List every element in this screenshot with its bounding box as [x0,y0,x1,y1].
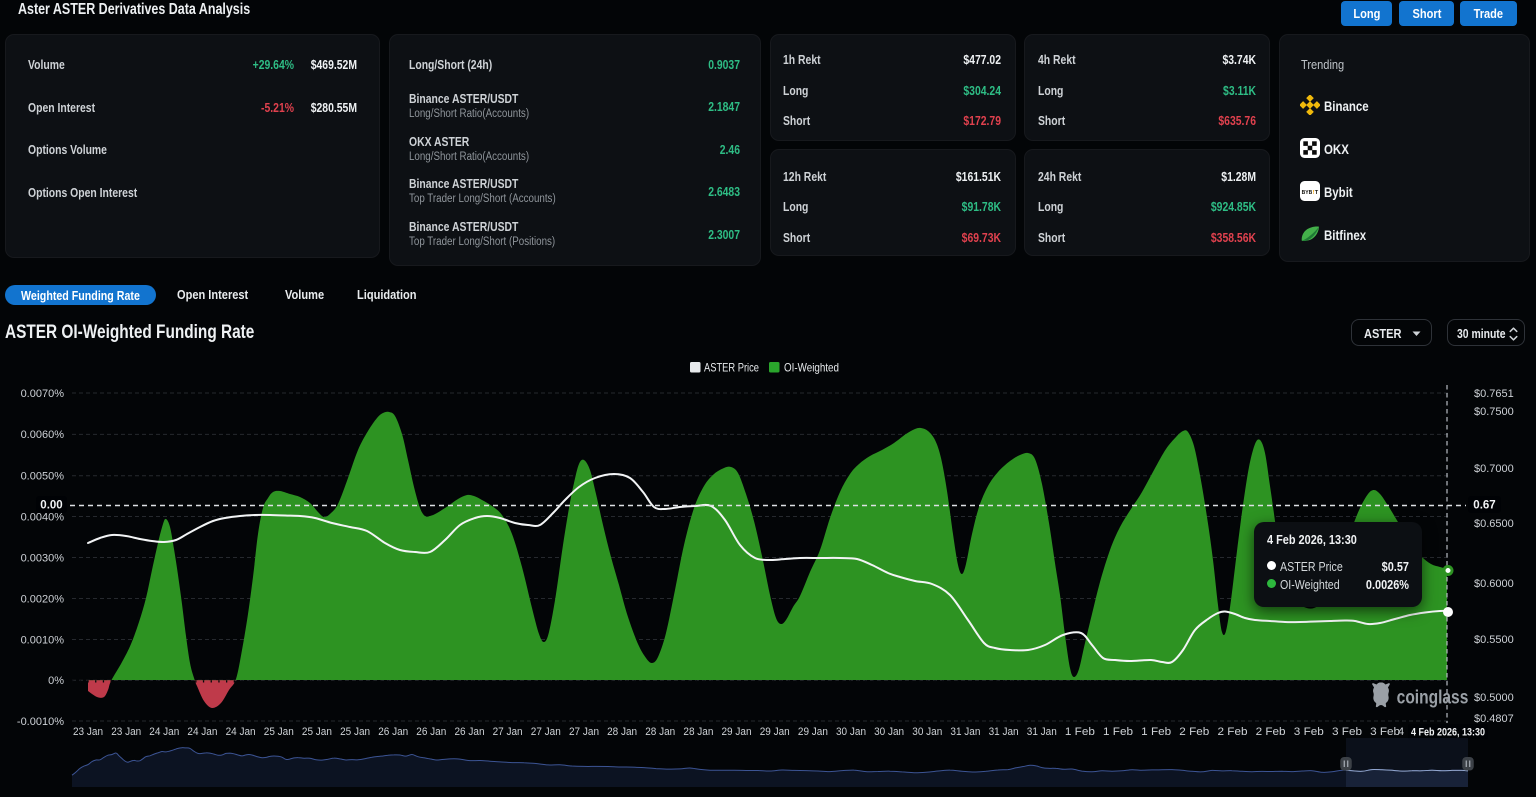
svg-text:$0.7000: $0.7000 [1474,463,1514,475]
svg-text:0.0040%: 0.0040% [21,511,65,523]
svg-text:$0.7500: $0.7500 [1474,406,1514,418]
svg-text:28 Jan: 28 Jan [683,726,713,738]
svg-text:27 Jan: 27 Jan [531,726,561,738]
svg-text:0.0050%: 0.0050% [21,471,65,483]
svg-text:OI-Weighted: OI-Weighted [784,361,839,375]
svg-text:26 Jan: 26 Jan [378,726,408,738]
svg-text:31 Jan: 31 Jan [1027,726,1057,738]
svg-text:coinglass: coinglass [1397,688,1469,709]
svg-text:31 Jan: 31 Jan [989,726,1019,738]
svg-text:0.0070%: 0.0070% [21,388,65,400]
svg-text:23 Jan: 23 Jan [111,726,141,738]
svg-text:3 Feb: 3 Feb [1332,726,1362,738]
svg-text:23 Jan: 23 Jan [73,726,103,738]
svg-text:0.00: 0.00 [40,500,62,512]
svg-text:26 Jan: 26 Jan [455,726,485,738]
svg-text:0.0020%: 0.0020% [21,593,65,605]
svg-text:$0.7651: $0.7651 [1474,388,1514,400]
svg-text:2 Feb: 2 Feb [1256,726,1286,738]
svg-text:25 Jan: 25 Jan [302,726,332,738]
svg-text:0.0060%: 0.0060% [21,429,65,441]
svg-text:31 Jan: 31 Jan [950,726,980,738]
svg-text:29 Jan: 29 Jan [760,726,790,738]
svg-text:0.67: 0.67 [1473,500,1495,512]
svg-text:30 Jan: 30 Jan [836,726,866,738]
svg-text:29 Jan: 29 Jan [798,726,828,738]
svg-text:27 Jan: 27 Jan [493,726,523,738]
svg-text:25 Jan: 25 Jan [264,726,294,738]
svg-text:28 Jan: 28 Jan [645,726,675,738]
svg-text:30 Jan: 30 Jan [874,726,904,738]
svg-text:29 Jan: 29 Jan [722,726,752,738]
svg-text:24 Jan: 24 Jan [149,726,179,738]
svg-text:$0.5000: $0.5000 [1474,692,1514,704]
svg-text:1 Feb: 1 Feb [1065,726,1095,738]
svg-text:3 Feb: 3 Feb [1294,726,1324,738]
svg-text:ASTER Price: ASTER Price [704,361,759,375]
svg-text:$0.4807: $0.4807 [1474,713,1514,725]
svg-text:27 Jan: 27 Jan [569,726,599,738]
svg-text:-0.0010%: -0.0010% [17,716,64,728]
svg-text:26 Jan: 26 Jan [416,726,446,738]
svg-text:$0.6500: $0.6500 [1474,518,1514,530]
svg-text:25 Jan: 25 Jan [340,726,370,738]
svg-text:$0.6000: $0.6000 [1474,578,1514,590]
svg-text:3 Feb: 3 Feb [1370,726,1400,738]
svg-text:30 Jan: 30 Jan [912,726,942,738]
svg-text:BYB: BYB [1302,190,1313,196]
svg-text:24 Jan: 24 Jan [187,726,217,738]
svg-text:0%: 0% [48,675,64,687]
svg-text:0.0030%: 0.0030% [21,552,65,564]
svg-text:1 Feb: 1 Feb [1141,726,1171,738]
svg-text:2 Feb: 2 Feb [1218,726,1248,738]
svg-text:4: 4 [1398,726,1404,738]
svg-text:28 Jan: 28 Jan [607,726,637,738]
svg-text:0.0010%: 0.0010% [21,634,65,646]
svg-text:T: T [1315,190,1319,196]
svg-text:4 Feb 2026, 13:30: 4 Feb 2026, 13:30 [1411,727,1485,739]
svg-text:$0.5500: $0.5500 [1474,634,1514,646]
svg-text:1 Feb: 1 Feb [1103,726,1133,738]
svg-text:2 Feb: 2 Feb [1179,726,1209,738]
svg-text:24 Jan: 24 Jan [226,726,256,738]
